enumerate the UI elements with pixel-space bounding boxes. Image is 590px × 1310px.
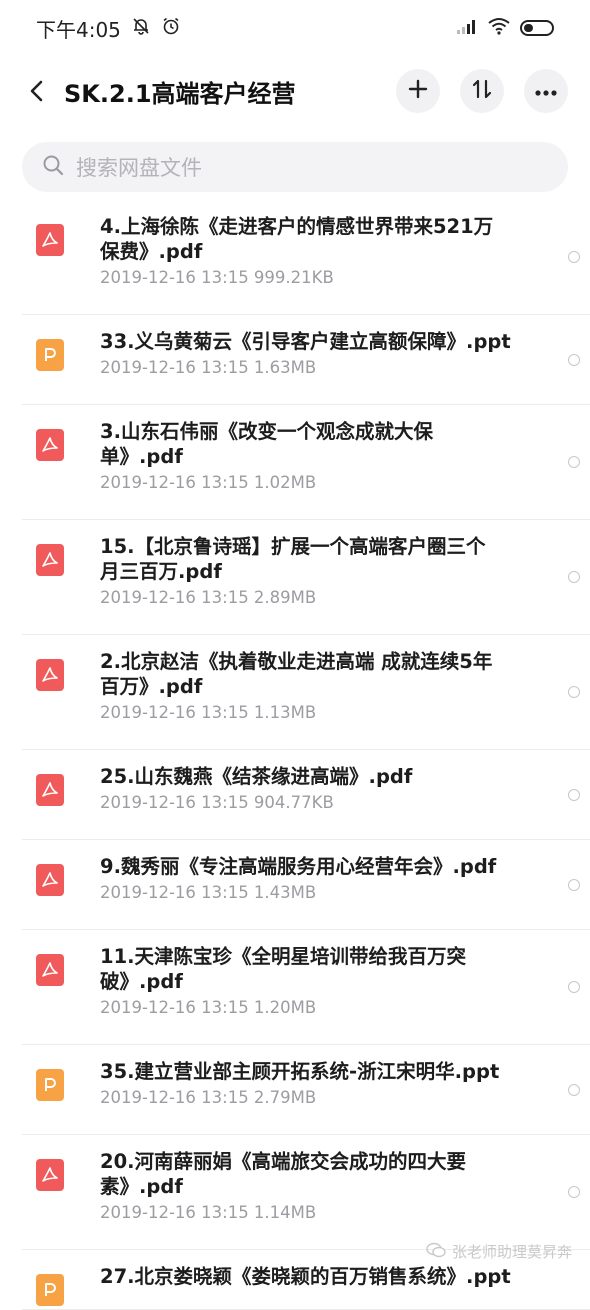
file-item[interactable]: 20.河南薛丽娟《高端旅交会成功的四大要 素》.pdf 2019-12-16 13:…: [22, 1135, 590, 1250]
pdf-file-icon: [36, 864, 64, 896]
select-radio[interactable]: [568, 878, 580, 891]
pdf-file-icon: [36, 544, 64, 576]
file-item[interactable]: 9.魏秀丽《专注高端服务用心经营年会》.pdf 2019-12-16 13:15 …: [22, 840, 590, 930]
file-name-line1: 15.【北京鲁诗瑶】扩展一个高端客户圈三个: [100, 535, 486, 558]
file-name-line2: 月三百万.pdf: [100, 560, 222, 583]
select-radio[interactable]: [568, 571, 580, 583]
file-meta: 2019-12-16 13:15 1.02MB: [100, 473, 317, 492]
battery-level: [524, 24, 533, 32]
file-name-line1: 4.上海徐陈《走进客户的情感世界带来521万: [100, 215, 494, 238]
search-icon: [42, 154, 64, 180]
file-name-line1: 11.天津陈宝珍《全明星培训带给我百万突: [100, 945, 467, 968]
file-meta: 2019-12-16 13:15 1.13MB: [100, 703, 317, 722]
select-radio[interactable]: [568, 686, 580, 698]
status-right: [456, 16, 554, 40]
watermark-text: 张老师助理莫昇奔: [451, 1243, 572, 1261]
file-meta: 2019-12-16 13:15 1.20MB: [100, 998, 317, 1017]
file-name-line2: 单》.pdf: [100, 445, 183, 468]
sort-button[interactable]: [460, 69, 504, 113]
select-radio[interactable]: [568, 456, 580, 468]
page-title: SK.2.1高端客户经营: [64, 79, 296, 108]
ppt-file-icon: [36, 339, 64, 371]
status-bar: 下午4:05: [0, 0, 590, 56]
file-meta: 2019-12-16 13:15 2.79MB: [100, 1088, 317, 1107]
more-button[interactable]: [524, 69, 568, 113]
file-item[interactable]: 35.建立营业部主顾开拓系统-浙江宋明华.ppt 2019-12-16 13:15…: [22, 1045, 590, 1135]
add-icon: [408, 79, 428, 103]
file-item[interactable]: 33.义乌黄菊云《引导客户建立高额保障》.ppt 2019-12-16 13:15…: [22, 315, 590, 405]
pdf-file-icon: [36, 224, 64, 256]
file-name-line2: 百万》.pdf: [100, 675, 203, 698]
status-time: 下午4:05: [36, 17, 121, 42]
mute-bell-icon: [131, 16, 151, 41]
file-name-line1: 27.北京娄晓颖《娄晓颖的百万销售系统》.ppt: [100, 1265, 511, 1288]
status-left: 下午4:05: [36, 14, 181, 43]
select-radio[interactable]: [568, 1186, 580, 1198]
sort-icon: [471, 78, 493, 104]
search-placeholder: 搜索网盘文件: [76, 156, 202, 180]
file-list: 4.上海徐陈《走进客户的情感世界带来521万 保费》.pdf 2019-12-16 …: [0, 200, 590, 1310]
select-radio[interactable]: [568, 353, 580, 366]
file-name-line1: 2.北京赵洁《执着敬业走进高端 成就连续5年: [100, 650, 493, 673]
pdf-file-icon: [36, 1159, 64, 1191]
alarm-icon: [161, 16, 181, 41]
file-name-line2: 素》.pdf: [100, 1175, 183, 1198]
file-meta: 2019-12-16 13:15 2.89MB: [100, 588, 317, 607]
file-meta: 2019-12-16 13:15 1.43MB: [100, 883, 317, 902]
file-name-line1: 20.河南薛丽娟《高端旅交会成功的四大要: [100, 1150, 467, 1173]
file-item[interactable]: 3.山东石伟丽《改变一个观念成就大保 单》.pdf 2019-12-16 13:15…: [22, 405, 590, 520]
pdf-file-icon: [36, 954, 64, 986]
select-radio[interactable]: [568, 788, 580, 801]
file-name-line1: 35.建立营业部主顾开拓系统-浙江宋明华.ppt: [100, 1060, 500, 1083]
file-item[interactable]: 4.上海徐陈《走进客户的情感世界带来521万 保费》.pdf 2019-12-16 …: [22, 200, 590, 315]
watermark: 张老师助理莫昇奔: [426, 1241, 572, 1262]
wifi-icon: [488, 16, 510, 40]
file-name-line2: 破》.pdf: [100, 970, 183, 993]
pdf-file-icon: [36, 659, 64, 691]
file-item[interactable]: 11.天津陈宝珍《全明星培训带给我百万突 破》.pdf 2019-12-16 13:…: [22, 930, 590, 1045]
back-arrow-icon[interactable]: [22, 71, 52, 111]
ppt-file-icon: [36, 1274, 64, 1306]
file-meta: 2019-12-16 13:15 1.63MB: [100, 358, 317, 377]
battery-icon: [520, 20, 554, 36]
ppt-file-icon: [36, 1069, 64, 1101]
file-item[interactable]: 25.山东魏燕《结茶缘进高端》.pdf 2019-12-16 13:15 904.…: [22, 750, 590, 840]
file-name-line2: 保费》.pdf: [100, 240, 203, 263]
file-meta: 2019-12-16 13:15 1.14MB: [100, 1203, 317, 1222]
file-meta: 2019-12-16 13:15 999.21KB: [100, 268, 334, 287]
signal-icon: [456, 16, 478, 40]
select-radio[interactable]: [568, 251, 580, 263]
file-name-line1: 3.山东石伟丽《改变一个观念成就大保: [100, 420, 433, 443]
file-name-line1: 9.魏秀丽《专注高端服务用心经营年会》.pdf: [100, 855, 497, 878]
file-meta: 2019-12-16 13:15 904.77KB: [100, 793, 334, 812]
select-radio[interactable]: [568, 981, 580, 993]
wechat-icon: [426, 1242, 446, 1262]
add-button[interactable]: [396, 69, 440, 113]
file-item[interactable]: 15.【北京鲁诗瑶】扩展一个高端客户圈三个 月三百万.pdf 2019-12-16 …: [22, 520, 590, 635]
header-bar: SK.2.1高端客户经营: [0, 56, 590, 126]
file-name-line1: 25.山东魏燕《结茶缘进高端》.pdf: [100, 765, 413, 788]
pdf-file-icon: [36, 429, 64, 461]
file-item[interactable]: 2.北京赵洁《执着敬业走进高端 成就连续5年 百万》.pdf 2019-12-16 …: [22, 635, 590, 750]
pdf-file-icon: [36, 774, 64, 806]
file-name-line1: 33.义乌黄菊云《引导客户建立高额保障》.ppt: [100, 330, 511, 353]
more-icon: [534, 82, 558, 101]
select-radio[interactable]: [568, 1083, 580, 1096]
search-input[interactable]: 搜索网盘文件: [22, 142, 568, 192]
